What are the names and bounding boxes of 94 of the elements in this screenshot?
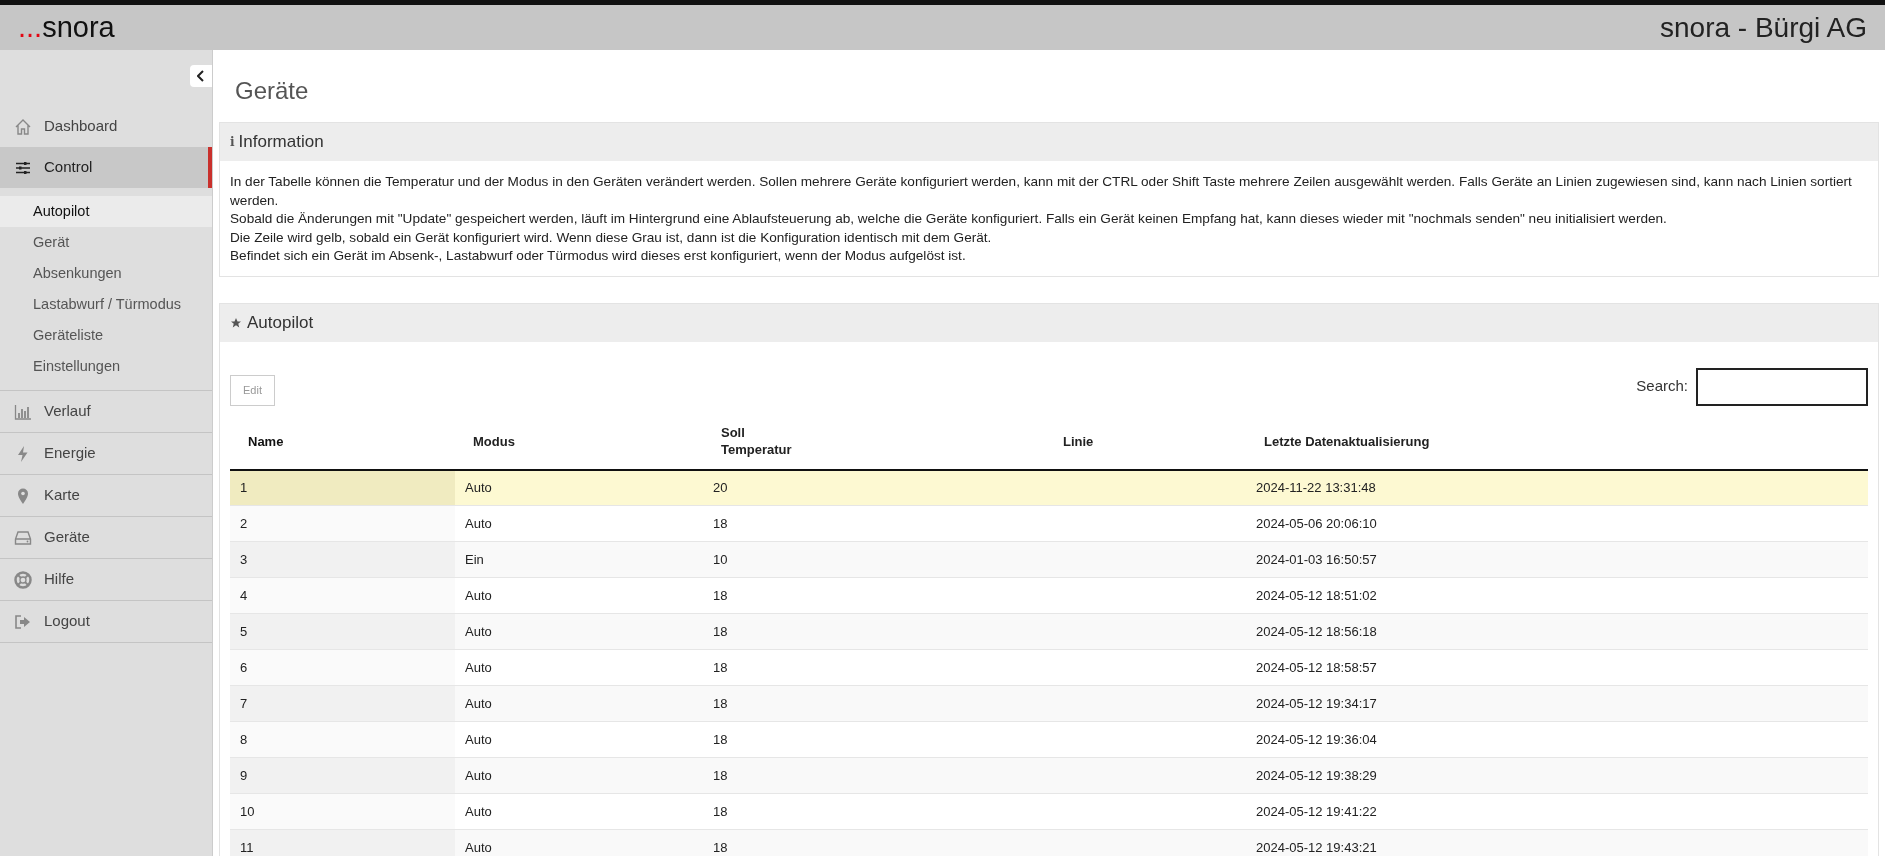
column-header[interactable]: Modus <box>455 413 703 470</box>
cell-text: Auto <box>465 695 492 711</box>
cell-text: 2024-05-12 19:34:17 <box>1256 695 1377 711</box>
cell-text: Auto <box>465 587 492 603</box>
cell-text: 2024-05-12 19:43:21 <box>1256 839 1377 855</box>
info-text: Befindet sich ein Gerät im Absenk-, Lastabwurf oder Türmodus wird dieses erst konfiguriert, wenn der Modus aufgelöst ist. <box>230 247 967 265</box>
info-text: Sobald die Änderungen mit "Update" gespeichert werden, läuft im Hintergrund eine Ablaufsteuerung ab, welche die Geräte konfiguriert. Falls ein Gerät keinen Empfang hat, kann dieses wieder mit "nochmals senden" neu initialisiert werden. <box>230 210 1668 228</box>
column-header[interactable]: Linie <box>1045 413 1246 470</box>
table-row[interactable]: 9 Auto 18 2024-05-12 19:38:29 <box>230 757 1868 794</box>
info-text: Die Zeile wird gelb, sobald ein Gerät konfiguriert wird. Wenn diese Grau ist, dann ist die Konfiguration identisch mit dem Gerät. <box>230 228 993 247</box>
cell-text: Ein <box>465 551 484 567</box>
cell-text: Auto <box>465 767 492 783</box>
cell-text: 18 <box>713 587 728 603</box>
cell-text: 9 <box>240 767 248 783</box>
sidebar-item[interactable]: Control <box>0 147 212 188</box>
cell-text: Auto <box>465 623 492 639</box>
table-row[interactable]: 6 Auto 18 2024-05-12 18:58:57 <box>230 649 1868 686</box>
logout-icon <box>14 612 32 631</box>
column-header[interactable]: Soll Temperatur <box>703 413 1045 470</box>
cell-text: 2 <box>240 515 248 531</box>
cell-text: 2024-05-12 18:56:18 <box>1256 623 1377 639</box>
logo: ...snora <box>18 13 115 42</box>
table-row[interactable]: 3 Ein 10 2024-01-03 16:50:57 <box>230 541 1868 578</box>
cell-text: 18 <box>713 839 728 855</box>
panel-title: Autopilot <box>247 311 314 334</box>
cell-text: 6 <box>240 659 248 675</box>
search-label: Search: <box>1636 376 1688 397</box>
cell-text: 18 <box>713 515 728 531</box>
company-title: snora - Bürgi AG <box>1660 13 1867 42</box>
panel-title: Information <box>238 131 324 154</box>
cell-text: 8 <box>240 731 248 747</box>
search-field[interactable] <box>1696 367 1868 406</box>
submenu-item[interactable]: Einstellungen <box>0 351 212 382</box>
cell-text: Auto <box>465 731 492 747</box>
sidebar-item[interactable]: Energie <box>0 433 212 474</box>
cell-text: Auto <box>465 803 492 819</box>
cell-text: 2024-05-12 19:41:22 <box>1256 803 1377 819</box>
sidebar-item[interactable]: Dashboard <box>0 106 212 147</box>
cell-text: 2024-05-12 18:58:57 <box>1256 659 1377 675</box>
cell-text: 3 <box>240 551 248 567</box>
cell-text: 11 <box>240 839 254 855</box>
cell-text: 18 <box>713 731 728 747</box>
chevron-left-icon <box>197 70 205 82</box>
table-row[interactable]: 1 Auto 20 2024-11-22 13:31:48 <box>230 469 1868 506</box>
cell-text: 2024-05-12 19:38:29 <box>1256 767 1377 783</box>
column-header[interactable]: Letzte Datenaktualisierung <box>1246 413 1868 470</box>
cell-text: 2024-05-12 18:51:02 <box>1256 587 1377 603</box>
cell-text: 2024-05-12 19:36:04 <box>1256 731 1377 747</box>
cell-text: Auto <box>465 839 492 855</box>
submenu-item[interactable]: Autopilot <box>0 196 212 227</box>
table-row[interactable]: 10 Auto 18 2024-05-12 19:41:22 <box>230 793 1868 830</box>
cell-text: 18 <box>713 767 728 783</box>
column-header[interactable]: Name <box>230 413 455 470</box>
cell-text: 18 <box>713 623 728 639</box>
info-icon: i <box>230 133 235 151</box>
bar-chart-icon <box>14 402 32 421</box>
table-row[interactable]: 4 Auto 18 2024-05-12 18:51:02 <box>230 577 1868 614</box>
info-text: In der Tabelle können die Temperatur und der Modus in den Geräten verändert werden. Sollen mehrere Geräte konfiguriert werden, kann mit der CTRL oder Shift Taste mehrere Zeilen ausgewählt werden. Falls Geräte an Linien zugewiesen sind, kann nach Linien sortiert werden. <box>230 173 1853 210</box>
collapse-button[interactable] <box>190 65 212 87</box>
table-row[interactable]: 8 Auto 18 2024-05-12 19:36:04 <box>230 721 1868 758</box>
submenu-item[interactable]: Gerät <box>0 227 212 258</box>
cell-text: Auto <box>465 659 492 675</box>
cell-text: 1 <box>240 480 248 495</box>
sidebar-item[interactable]: Logout <box>0 601 212 642</box>
cell-text: 18 <box>713 695 728 711</box>
table-row[interactable]: 11 Auto 18 2024-05-12 19:43:21 <box>230 829 1868 856</box>
cell-text: 2024-11-22 13:31:48 <box>1256 480 1376 495</box>
cell-text: 4 <box>240 587 248 603</box>
table-row[interactable]: 5 Auto 18 2024-05-12 18:56:18 <box>230 613 1868 650</box>
sidebar-item[interactable]: Verlauf <box>0 391 212 432</box>
submenu-item[interactable]: Lastabwurf / Türmodus <box>0 289 212 320</box>
hard-drive-icon <box>14 528 32 547</box>
sidebar-item[interactable]: Hilfe <box>0 559 212 600</box>
table-row[interactable]: 7 Auto 18 2024-05-12 19:34:17 <box>230 685 1868 722</box>
cell-text: 7 <box>240 695 248 711</box>
cell-text: 10 <box>713 551 728 567</box>
sidebar-item[interactable]: Karte <box>0 475 212 516</box>
submenu-item[interactable]: Geräteliste <box>0 320 212 351</box>
cell-text: 2024-05-06 20:06:10 <box>1256 515 1377 531</box>
page-title: Geräte <box>234 76 310 106</box>
sidebar-item[interactable]: Geräte <box>0 517 212 558</box>
cell-text: 5 <box>240 623 248 639</box>
cell-text: 2024-01-03 16:50:57 <box>1256 551 1377 567</box>
cell-text: 20 <box>713 480 728 495</box>
cell-text: Auto <box>465 480 492 495</box>
cell-text: 10 <box>240 803 255 819</box>
home-icon <box>14 117 32 136</box>
cell-text: Auto <box>465 515 492 531</box>
submenu-item[interactable]: Absenkungen <box>0 258 212 289</box>
cell-text: 18 <box>713 659 728 675</box>
star-icon <box>230 316 242 329</box>
table-row[interactable]: 2 Auto 18 2024-05-06 20:06:10 <box>230 505 1868 542</box>
cell-text: 18 <box>713 803 728 819</box>
lifebuoy-icon <box>14 570 32 589</box>
